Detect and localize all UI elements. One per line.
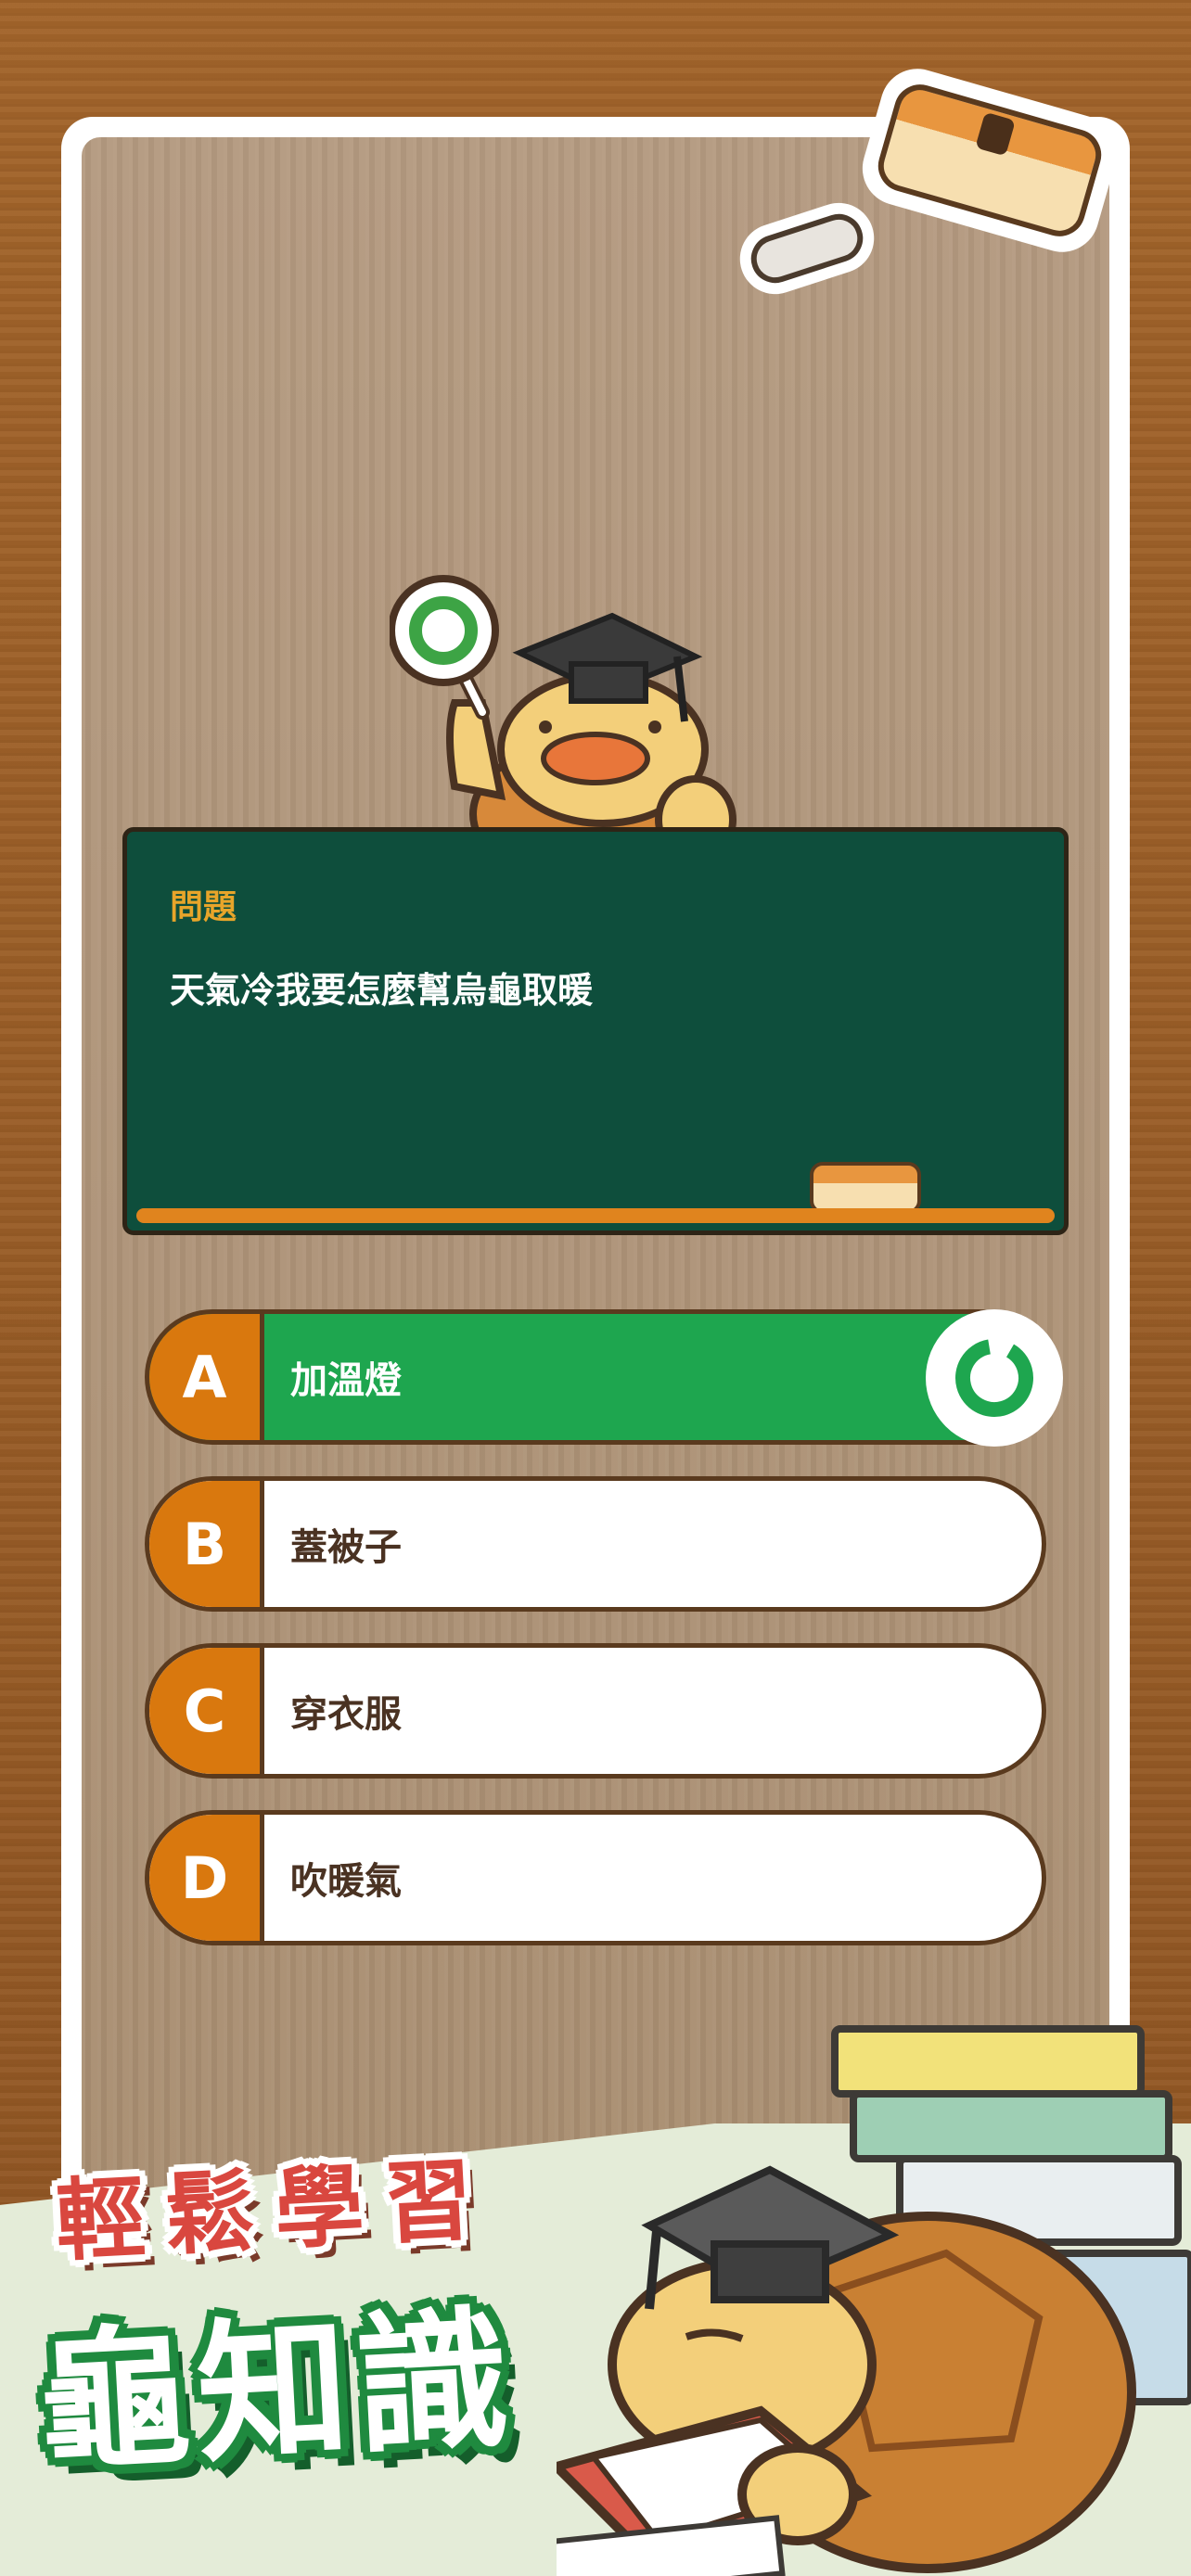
option-letter: B <box>149 1481 264 1607</box>
question-label: 問題 <box>170 888 237 926</box>
promo-line2: 龜知識 <box>32 2290 521 2493</box>
option-b-button[interactable]: B 蓋被子 <box>145 1476 1046 1612</box>
option-letter: A <box>149 1314 264 1440</box>
question-chalkboard: 問題 天氣冷我要怎麼幫烏龜取暖 <box>122 827 1069 1235</box>
option-letter: D <box>149 1815 264 1941</box>
option-text: 加溫燈 <box>290 1359 402 1402</box>
question-text: 天氣冷我要怎麼幫烏龜取暖 <box>170 970 594 1011</box>
option-text: 穿衣服 <box>290 1693 402 1736</box>
option-text: 吹暖氣 <box>290 1860 402 1903</box>
circle-o-icon <box>926 1309 1063 1447</box>
option-a-button[interactable]: A 加溫燈 <box>145 1309 1046 1445</box>
chalk-box-icon <box>810 1162 921 1214</box>
chalk-ledge <box>136 1208 1055 1223</box>
promo-line1: 輕鬆學習 <box>53 2147 496 2274</box>
option-d-button[interactable]: D 吹暖氣 <box>145 1810 1046 1945</box>
option-letter: C <box>149 1648 264 1774</box>
turtle-graduate-icon <box>390 575 736 853</box>
option-c-button[interactable]: C 穿衣服 <box>145 1643 1046 1779</box>
reading-turtle-icon <box>557 2025 1191 2576</box>
option-text: 蓋被子 <box>290 1526 402 1569</box>
